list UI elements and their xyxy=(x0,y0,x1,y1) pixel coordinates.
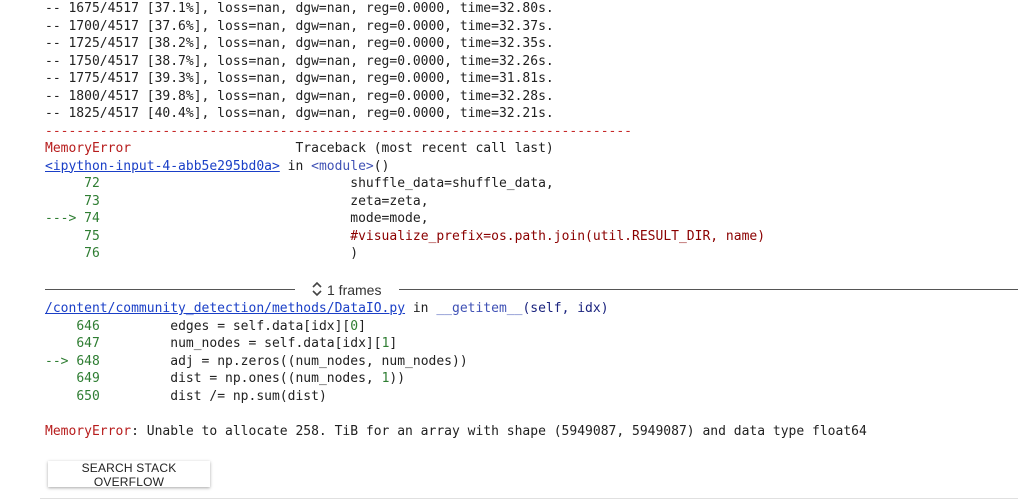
final-error-text: : Unable to allocate 258. TiB for an arr… xyxy=(131,424,867,439)
traceback-separator: ----------------------------------------… xyxy=(45,123,632,139)
code-line-current: ---> 74 mode=mode, xyxy=(45,210,1018,228)
frames-divider-left xyxy=(45,289,295,290)
collapsed-frames-row: 1 frames xyxy=(45,280,1018,300)
function-name: __getitem__ xyxy=(436,301,523,316)
line-code-tail: )) xyxy=(389,371,406,386)
line-number: 76 xyxy=(76,246,100,261)
final-error-message: MemoryError: Unable to allocate 258. TiB… xyxy=(45,423,1018,441)
code-line: 649 dist = np.ones((num_nodes, 1)) xyxy=(45,370,1018,388)
line-code: ) xyxy=(99,246,359,261)
line-number: 650 xyxy=(76,388,100,404)
frames-count-label: 1 frames xyxy=(327,282,382,298)
in-keyword: in xyxy=(279,158,312,174)
line-code: adj = np.zeros((num_nodes, num_nodes)) xyxy=(99,353,468,369)
function-args: (self, idx) xyxy=(522,301,609,316)
traceback-header-line: MemoryError Traceback (most recent call … xyxy=(45,140,1018,158)
line-number: 72 xyxy=(76,176,100,191)
unfold-icon xyxy=(311,280,327,301)
frames-divider-right xyxy=(399,289,1018,290)
code-line: 72 shuffle_data=shuffle_data, xyxy=(45,175,1018,193)
line-code-tail: ] xyxy=(389,336,398,351)
line-arrow xyxy=(45,194,76,209)
line-code-tail: ] xyxy=(358,318,366,334)
call-parens: () xyxy=(373,158,390,174)
log-line: -- 1750/4517 [38.7%], loss=nan, dgw=nan,… xyxy=(45,53,554,69)
line-literal: 0 xyxy=(350,318,359,334)
code-line: 73 zeta=zeta, xyxy=(45,193,1018,211)
final-error-type: MemoryError xyxy=(45,424,132,439)
error-type: MemoryError xyxy=(45,141,132,156)
log-line: -- 1675/4517 [37.1%], loss=nan, dgw=nan,… xyxy=(45,1,554,16)
line-code: mode=mode, xyxy=(99,211,429,226)
module-name: <module> xyxy=(311,158,374,174)
frame2: /content/community_detection/methods/Dat… xyxy=(45,300,1018,405)
traceback-spacer xyxy=(131,141,295,156)
line-number: 647 xyxy=(76,336,100,351)
line-number: 646 xyxy=(76,318,100,334)
line-number: 649 xyxy=(76,371,100,386)
line-comment: #visualize_prefix=os.path.join(util.RESU… xyxy=(350,228,766,244)
line-arrow xyxy=(45,371,76,386)
line-arrow xyxy=(45,336,76,351)
frame1-location: <ipython-input-4-abb5e295bd0a> in <modul… xyxy=(45,158,1018,176)
code-line-current: --> 648 adj = np.zeros((num_nodes, num_n… xyxy=(45,353,1018,371)
line-code: zeta=zeta, xyxy=(99,193,429,209)
line-code: num_nodes = self.data[idx][ xyxy=(99,336,382,351)
line-arrow xyxy=(45,176,76,191)
log-line: -- 1800/4517 [39.8%], loss=nan, dgw=nan,… xyxy=(45,88,554,104)
line-number: 73 xyxy=(76,193,100,209)
dataio-file-link[interactable]: /content/community_detection/methods/Dat… xyxy=(45,301,405,316)
code-line: 646 edges = self.data[idx][0] xyxy=(45,318,1018,336)
line-number: 648 xyxy=(76,353,100,369)
line-arrow xyxy=(45,319,76,334)
line-code: edges = self.data[idx][ xyxy=(99,318,351,334)
search-stack-overflow-button[interactable]: SEARCH STACK OVERFLOW xyxy=(48,461,210,489)
line-code: dist = np.ones((num_nodes, xyxy=(99,371,382,386)
ipython-input-link[interactable]: <ipython-input-4-abb5e295bd0a> xyxy=(45,159,280,174)
log-line: -- 1775/4517 [39.3%], loss=nan, dgw=nan,… xyxy=(45,71,554,86)
line-arrow: ---> xyxy=(45,211,85,226)
in-keyword: in xyxy=(405,301,437,316)
code-line: 75 #visualize_prefix=os.path.join(util.R… xyxy=(45,228,1018,246)
line-arrow: --> xyxy=(45,353,77,369)
cell-output: -- 1675/4517 [37.1%], loss=nan, dgw=nan,… xyxy=(45,0,1018,263)
log-line: -- 1825/4517 [40.4%], loss=nan, dgw=nan,… xyxy=(45,106,554,121)
code-line: 647 num_nodes = self.data[idx][1] xyxy=(45,335,1018,353)
line-number: 75 xyxy=(76,228,100,244)
code-line: 76 ) xyxy=(45,245,1018,263)
line-arrow xyxy=(45,229,76,244)
line-number: 74 xyxy=(84,211,100,226)
expand-frames-toggle[interactable]: 1 frames xyxy=(311,280,381,300)
log-line: -- 1700/4517 [37.6%], loss=nan, dgw=nan,… xyxy=(45,18,554,34)
line-code: dist /= np.sum(dist) xyxy=(99,388,327,404)
frame2-location: /content/community_detection/methods/Dat… xyxy=(45,300,1018,318)
line-arrow xyxy=(45,246,76,261)
output-bottom-divider xyxy=(40,498,1018,499)
code-line: 650 dist /= np.sum(dist) xyxy=(45,388,1018,406)
log-line: -- 1725/4517 [38.2%], loss=nan, dgw=nan,… xyxy=(45,36,554,51)
line-code: shuffle_data=shuffle_data, xyxy=(99,176,554,191)
line-arrow xyxy=(45,389,76,404)
traceback-header: Traceback (most recent call last) xyxy=(295,141,554,156)
